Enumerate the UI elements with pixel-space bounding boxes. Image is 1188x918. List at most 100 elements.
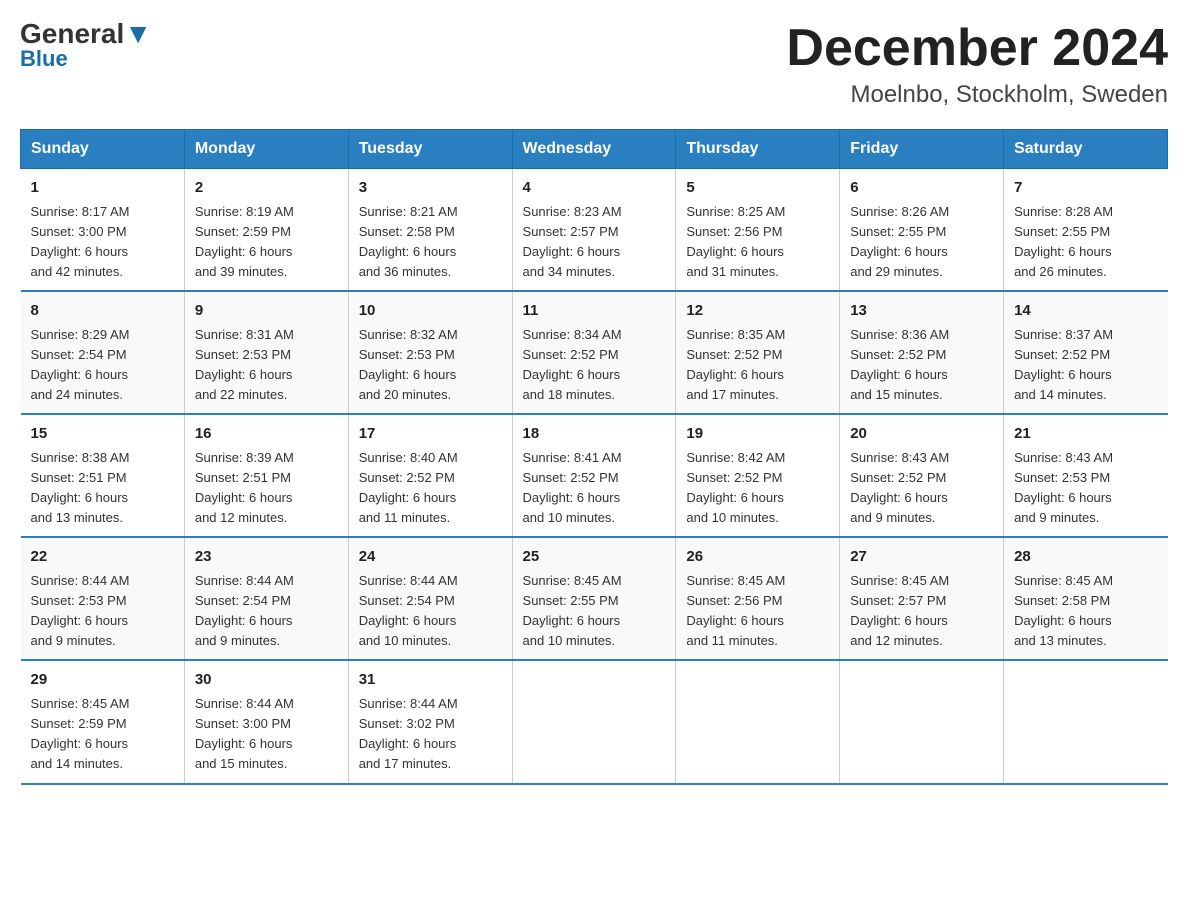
- day-number: 5: [686, 177, 829, 200]
- day-info: Sunrise: 8:44 AMSunset: 3:02 PMDaylight:…: [359, 694, 502, 775]
- table-row: 9 Sunrise: 8:31 AMSunset: 2:53 PMDayligh…: [184, 291, 348, 414]
- day-number: 30: [195, 669, 338, 692]
- day-info: Sunrise: 8:26 AMSunset: 2:55 PMDaylight:…: [850, 202, 993, 283]
- day-number: 17: [359, 423, 502, 446]
- day-info: Sunrise: 8:37 AMSunset: 2:52 PMDaylight:…: [1014, 325, 1157, 406]
- day-info: Sunrise: 8:25 AMSunset: 2:56 PMDaylight:…: [686, 202, 829, 283]
- calendar-week-2: 8 Sunrise: 8:29 AMSunset: 2:54 PMDayligh…: [21, 291, 1168, 414]
- day-info: Sunrise: 8:43 AMSunset: 2:52 PMDaylight:…: [850, 448, 993, 529]
- table-row: 31 Sunrise: 8:44 AMSunset: 3:02 PMDaylig…: [348, 660, 512, 783]
- location-subtitle: Moelnbo, Stockholm, Sweden: [786, 81, 1168, 109]
- day-number: 7: [1014, 177, 1157, 200]
- day-info: Sunrise: 8:29 AMSunset: 2:54 PMDaylight:…: [31, 325, 174, 406]
- day-info: Sunrise: 8:40 AMSunset: 2:52 PMDaylight:…: [359, 448, 502, 529]
- day-number: 24: [359, 546, 502, 569]
- table-row: 26 Sunrise: 8:45 AMSunset: 2:56 PMDaylig…: [676, 537, 840, 660]
- day-info: Sunrise: 8:17 AMSunset: 3:00 PMDaylight:…: [31, 202, 174, 283]
- table-row: 13 Sunrise: 8:36 AMSunset: 2:52 PMDaylig…: [840, 291, 1004, 414]
- day-number: 13: [850, 300, 993, 323]
- day-info: Sunrise: 8:34 AMSunset: 2:52 PMDaylight:…: [523, 325, 666, 406]
- table-row: 17 Sunrise: 8:40 AMSunset: 2:52 PMDaylig…: [348, 414, 512, 537]
- logo-blue-text: Blue: [20, 46, 68, 72]
- day-number: 15: [31, 423, 174, 446]
- day-number: 19: [686, 423, 829, 446]
- table-row: 3 Sunrise: 8:21 AMSunset: 2:58 PMDayligh…: [348, 169, 512, 292]
- day-number: 21: [1014, 423, 1157, 446]
- day-info: Sunrise: 8:19 AMSunset: 2:59 PMDaylight:…: [195, 202, 338, 283]
- table-row: [840, 660, 1004, 783]
- table-row: 4 Sunrise: 8:23 AMSunset: 2:57 PMDayligh…: [512, 169, 676, 292]
- day-info: Sunrise: 8:44 AMSunset: 2:54 PMDaylight:…: [359, 571, 502, 652]
- day-info: Sunrise: 8:23 AMSunset: 2:57 PMDaylight:…: [523, 202, 666, 283]
- day-info: Sunrise: 8:44 AMSunset: 3:00 PMDaylight:…: [195, 694, 338, 775]
- table-row: 20 Sunrise: 8:43 AMSunset: 2:52 PMDaylig…: [840, 414, 1004, 537]
- day-number: 20: [850, 423, 993, 446]
- table-row: 27 Sunrise: 8:45 AMSunset: 2:57 PMDaylig…: [840, 537, 1004, 660]
- day-info: Sunrise: 8:45 AMSunset: 2:56 PMDaylight:…: [686, 571, 829, 652]
- day-number: 1: [31, 177, 174, 200]
- day-number: 14: [1014, 300, 1157, 323]
- calendar-week-3: 15 Sunrise: 8:38 AMSunset: 2:51 PMDaylig…: [21, 414, 1168, 537]
- logo-general-text: General▼: [20, 20, 152, 48]
- table-row: 19 Sunrise: 8:42 AMSunset: 2:52 PMDaylig…: [676, 414, 840, 537]
- table-row: 11 Sunrise: 8:34 AMSunset: 2:52 PMDaylig…: [512, 291, 676, 414]
- table-row: 28 Sunrise: 8:45 AMSunset: 2:58 PMDaylig…: [1004, 537, 1168, 660]
- calendar-week-5: 29 Sunrise: 8:45 AMSunset: 2:59 PMDaylig…: [21, 660, 1168, 783]
- day-number: 11: [523, 300, 666, 323]
- col-wednesday: Wednesday: [512, 130, 676, 169]
- day-number: 31: [359, 669, 502, 692]
- table-row: 21 Sunrise: 8:43 AMSunset: 2:53 PMDaylig…: [1004, 414, 1168, 537]
- table-row: 6 Sunrise: 8:26 AMSunset: 2:55 PMDayligh…: [840, 169, 1004, 292]
- table-row: 25 Sunrise: 8:45 AMSunset: 2:55 PMDaylig…: [512, 537, 676, 660]
- col-monday: Monday: [184, 130, 348, 169]
- table-row: 23 Sunrise: 8:44 AMSunset: 2:54 PMDaylig…: [184, 537, 348, 660]
- day-info: Sunrise: 8:39 AMSunset: 2:51 PMDaylight:…: [195, 448, 338, 529]
- col-saturday: Saturday: [1004, 130, 1168, 169]
- table-row: 24 Sunrise: 8:44 AMSunset: 2:54 PMDaylig…: [348, 537, 512, 660]
- table-row: 12 Sunrise: 8:35 AMSunset: 2:52 PMDaylig…: [676, 291, 840, 414]
- calendar-header-row: Sunday Monday Tuesday Wednesday Thursday…: [21, 130, 1168, 169]
- day-number: 6: [850, 177, 993, 200]
- title-section: December 2024 Moelnbo, Stockholm, Sweden: [786, 20, 1168, 109]
- table-row: 10 Sunrise: 8:32 AMSunset: 2:53 PMDaylig…: [348, 291, 512, 414]
- day-number: 9: [195, 300, 338, 323]
- table-row: [676, 660, 840, 783]
- day-info: Sunrise: 8:36 AMSunset: 2:52 PMDaylight:…: [850, 325, 993, 406]
- day-info: Sunrise: 8:42 AMSunset: 2:52 PMDaylight:…: [686, 448, 829, 529]
- table-row: 16 Sunrise: 8:39 AMSunset: 2:51 PMDaylig…: [184, 414, 348, 537]
- day-info: Sunrise: 8:45 AMSunset: 2:55 PMDaylight:…: [523, 571, 666, 652]
- col-tuesday: Tuesday: [348, 130, 512, 169]
- day-info: Sunrise: 8:45 AMSunset: 2:59 PMDaylight:…: [31, 694, 174, 775]
- day-number: 8: [31, 300, 174, 323]
- day-info: Sunrise: 8:44 AMSunset: 2:54 PMDaylight:…: [195, 571, 338, 652]
- day-number: 18: [523, 423, 666, 446]
- table-row: 2 Sunrise: 8:19 AMSunset: 2:59 PMDayligh…: [184, 169, 348, 292]
- table-row: 7 Sunrise: 8:28 AMSunset: 2:55 PMDayligh…: [1004, 169, 1168, 292]
- table-row: 18 Sunrise: 8:41 AMSunset: 2:52 PMDaylig…: [512, 414, 676, 537]
- day-number: 16: [195, 423, 338, 446]
- day-info: Sunrise: 8:43 AMSunset: 2:53 PMDaylight:…: [1014, 448, 1157, 529]
- month-title: December 2024: [786, 20, 1168, 77]
- logo: General▼ Blue: [20, 20, 152, 72]
- table-row: 14 Sunrise: 8:37 AMSunset: 2:52 PMDaylig…: [1004, 291, 1168, 414]
- day-number: 23: [195, 546, 338, 569]
- calendar-table: Sunday Monday Tuesday Wednesday Thursday…: [20, 129, 1168, 784]
- logo-arrow-icon: ▼: [124, 18, 152, 49]
- day-info: Sunrise: 8:35 AMSunset: 2:52 PMDaylight:…: [686, 325, 829, 406]
- day-number: 4: [523, 177, 666, 200]
- day-info: Sunrise: 8:28 AMSunset: 2:55 PMDaylight:…: [1014, 202, 1157, 283]
- day-info: Sunrise: 8:44 AMSunset: 2:53 PMDaylight:…: [31, 571, 174, 652]
- table-row: 29 Sunrise: 8:45 AMSunset: 2:59 PMDaylig…: [21, 660, 185, 783]
- day-number: 25: [523, 546, 666, 569]
- table-row: 22 Sunrise: 8:44 AMSunset: 2:53 PMDaylig…: [21, 537, 185, 660]
- calendar-week-4: 22 Sunrise: 8:44 AMSunset: 2:53 PMDaylig…: [21, 537, 1168, 660]
- page-header: General▼ Blue December 2024 Moelnbo, Sto…: [20, 20, 1168, 109]
- table-row: 8 Sunrise: 8:29 AMSunset: 2:54 PMDayligh…: [21, 291, 185, 414]
- col-sunday: Sunday: [21, 130, 185, 169]
- col-friday: Friday: [840, 130, 1004, 169]
- day-number: 27: [850, 546, 993, 569]
- col-thursday: Thursday: [676, 130, 840, 169]
- day-info: Sunrise: 8:41 AMSunset: 2:52 PMDaylight:…: [523, 448, 666, 529]
- day-info: Sunrise: 8:38 AMSunset: 2:51 PMDaylight:…: [31, 448, 174, 529]
- table-row: [1004, 660, 1168, 783]
